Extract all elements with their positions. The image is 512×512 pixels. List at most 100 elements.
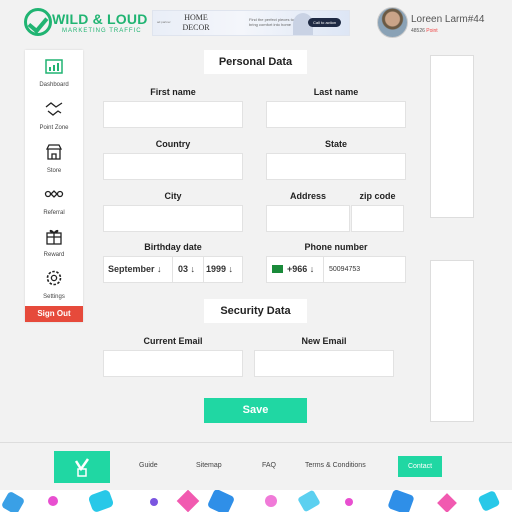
avatar[interactable] [377,7,408,38]
contact-button[interactable]: Contact [398,456,442,477]
handshake-icon [45,102,63,116]
new-email-field[interactable] [254,350,394,377]
sidebar-label-reward: Reward [43,252,65,258]
deco-shape [387,490,415,512]
country-code-value: +966 [287,264,308,274]
divider [172,257,173,282]
deco-shape [345,498,353,506]
ad-text: Find the perfect pieces to bring comfort… [249,17,294,27]
sidebar: Dashboard Point Zone Store Referral Rewa… [25,50,83,322]
deco-shape [265,495,277,507]
side-panel-bottom [430,260,474,422]
footer-link-guide[interactable]: Guide [139,462,158,469]
zip-code-label: zip code [359,191,396,201]
new-email-label: New Email [301,336,347,346]
ad-cta-button[interactable]: Call to action [308,18,342,27]
current-email-label: Current Email [143,336,203,346]
last-name-field[interactable] [266,101,406,128]
personal-data-title: Personal Data [204,50,307,74]
dashboard-icon [45,59,63,74]
sidebar-item-reward[interactable]: Reward [25,226,83,266]
sidebar-item-referral[interactable]: Referral [25,184,83,224]
city-label: City [164,191,182,201]
user-points: 48526 Point [411,28,438,34]
deco-shape [176,490,200,512]
points-value: 48526 [411,28,425,34]
city-field[interactable] [103,205,243,232]
footer-logo-icon [74,458,90,477]
deco-shape [0,490,26,512]
divider [203,257,204,282]
divider [323,257,324,282]
birth-day-select[interactable]: 03 ↓ [178,257,195,282]
deco-shape [150,498,158,506]
phone-field: +966 ↓ 50094753 [266,256,406,283]
address-label: Address [289,191,326,201]
sidebar-label-store: Store [46,168,62,174]
birth-year-select[interactable]: 1999 ↓ [206,257,233,282]
sidebar-item-point-zone[interactable]: Point Zone [25,99,83,139]
birthday-label: Birthday date [144,242,202,252]
brand-name: WILD & LOUD [52,11,148,27]
sidebar-label-dashboard: Dashboard [39,82,69,88]
sign-out-button[interactable]: Sign Out [25,306,83,322]
phone-label: Phone number [304,242,368,252]
sidebar-item-dashboard[interactable]: Dashboard [25,56,83,96]
footer-link-sitemap[interactable]: Sitemap [196,462,222,469]
birth-month-select[interactable]: September ↓ [108,257,162,282]
birthday-field: September ↓ 03 ↓ 1999 ↓ [103,256,243,283]
footer-link-terms[interactable]: Terms & Conditions [305,462,366,469]
footer-link-faq[interactable]: FAQ [262,462,276,469]
user-profile[interactable]: Loreen Larm#44 48526 Point [377,7,507,39]
logo-check-icon [24,8,52,36]
chevron-down-icon: ↓ [190,264,196,274]
decorative-strip [0,490,512,512]
brand-tagline: MARKETING TRAFFIC [62,28,142,34]
chevron-down-icon: ↓ [228,264,234,274]
deco-shape [206,490,236,512]
birth-day-value: 03 [178,264,189,274]
sidebar-label-point-zone: Point Zone [39,125,69,131]
store-icon [45,144,63,160]
security-data-title: Security Data [204,299,307,323]
last-name-label: Last name [313,87,359,97]
ad-brand: HOME DECOR [182,13,210,32]
sidebar-item-store[interactable]: Store [25,142,83,182]
first-name-label: First name [150,87,196,97]
sidebar-item-settings[interactable]: Settings [25,268,83,308]
ad-banner[interactable]: ad partner HOME DECOR Find the perfect p… [152,10,350,36]
current-email-field[interactable] [103,350,243,377]
top-bar: WILD & LOUD MARKETING TRAFFIC ad partner… [0,0,512,46]
country-label: Country [155,139,191,149]
deco-shape [87,490,115,512]
footer-logo[interactable] [54,451,110,483]
gear-icon [46,270,62,286]
phone-number-input[interactable]: 50094753 [329,257,360,282]
sidebar-label-settings: Settings [43,294,65,300]
footer: Guide Sitemap FAQ Terms & Conditions Con… [0,442,512,490]
state-label: State [324,139,347,149]
first-name-field[interactable] [103,101,243,128]
referral-icon [44,190,64,198]
saudi-flag-icon [272,264,283,273]
sidebar-label-referral: Referral [43,210,65,216]
chevron-down-icon: ↓ [157,264,162,274]
user-name: Loreen Larm#44 [411,14,485,25]
ad-small-text: ad partner [157,20,171,24]
deco-shape [477,490,501,512]
birth-year-value: 1999 [206,264,227,274]
address-field[interactable] [266,205,350,232]
country-code-select[interactable]: +966 ↓ [272,257,314,282]
state-field[interactable] [266,153,406,180]
side-panel-top [430,55,474,218]
save-button[interactable]: Save [204,398,307,423]
chevron-down-icon: ↓ [309,264,315,274]
brand-logo[interactable]: WILD & LOUD MARKETING TRAFFIC [24,8,160,36]
deco-shape [48,496,58,506]
country-field[interactable] [103,153,243,180]
deco-shape [437,493,457,512]
reward-icon [46,229,62,245]
zip-code-field[interactable] [351,205,404,232]
birth-month-value: September [108,264,155,274]
points-label: Point [426,28,438,34]
